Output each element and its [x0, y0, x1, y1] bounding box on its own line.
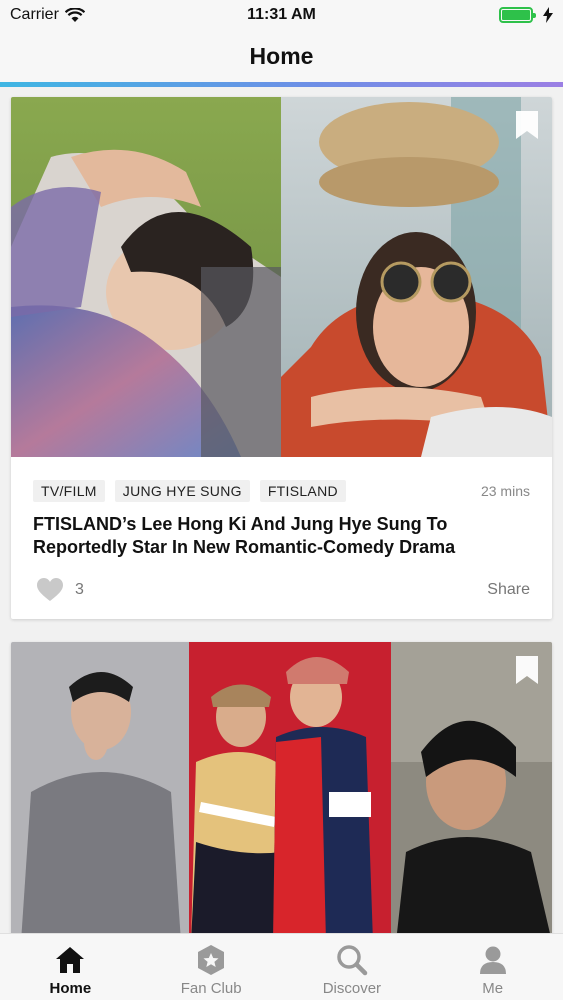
heart-icon[interactable]: [37, 578, 63, 602]
charging-bolt-icon: [543, 7, 553, 23]
tab-home[interactable]: Home: [0, 934, 141, 1000]
search-icon: [337, 945, 368, 976]
tab-me[interactable]: Me: [422, 934, 563, 1000]
article-card[interactable]: [11, 642, 552, 933]
article-timestamp: 23 mins: [480, 483, 530, 499]
tab-label: Fan Club: [180, 980, 242, 997]
tab-label: Me: [482, 980, 504, 997]
carrier-indicator: Carrier: [10, 6, 85, 24]
tab-bar: Home Fan Club Discover Me: [0, 933, 563, 1000]
share-button[interactable]: Share: [487, 581, 530, 599]
home-icon: [56, 947, 85, 973]
tag-chip[interactable]: FTISLAND: [259, 480, 346, 502]
news-feed[interactable]: TV/FILM JUNG HYE SUNG FTISLAND 23 mins F…: [0, 87, 563, 933]
article-title[interactable]: FTISLAND’s Lee Hong Ki And Jung Hye Sung…: [33, 513, 530, 559]
like-count: 3: [75, 581, 84, 598]
navigation-bar: Home: [0, 30, 563, 82]
article-image[interactable]: [11, 97, 552, 457]
article-tags: TV/FILM JUNG HYE SUNG FTISLAND 23 mins: [33, 480, 530, 502]
tab-label: Discover: [322, 980, 382, 997]
tag-chip[interactable]: JUNG HYE SUNG: [114, 480, 250, 502]
carrier-name: Carrier: [10, 6, 59, 23]
tag-chip[interactable]: TV/FILM: [33, 480, 105, 502]
battery-indicator: [499, 7, 553, 23]
article-card[interactable]: TV/FILM JUNG HYE SUNG FTISLAND 23 mins F…: [11, 97, 552, 619]
wifi-icon: [64, 7, 85, 22]
article-image[interactable]: [11, 642, 552, 933]
tab-discover[interactable]: Discover: [282, 934, 423, 1000]
status-bar: Carrier 11:31 AM: [0, 0, 563, 30]
article-photo-collage: [11, 97, 552, 457]
person-icon: [479, 946, 506, 974]
battery-icon: [499, 7, 536, 23]
tab-label: Home: [49, 980, 92, 997]
article-photo-collage: [11, 642, 552, 933]
page-title: Home: [249, 42, 314, 69]
star-badge-icon: [198, 945, 225, 975]
tab-fan-club[interactable]: Fan Club: [141, 934, 282, 1000]
article-actions: 3 Share: [37, 577, 530, 603]
